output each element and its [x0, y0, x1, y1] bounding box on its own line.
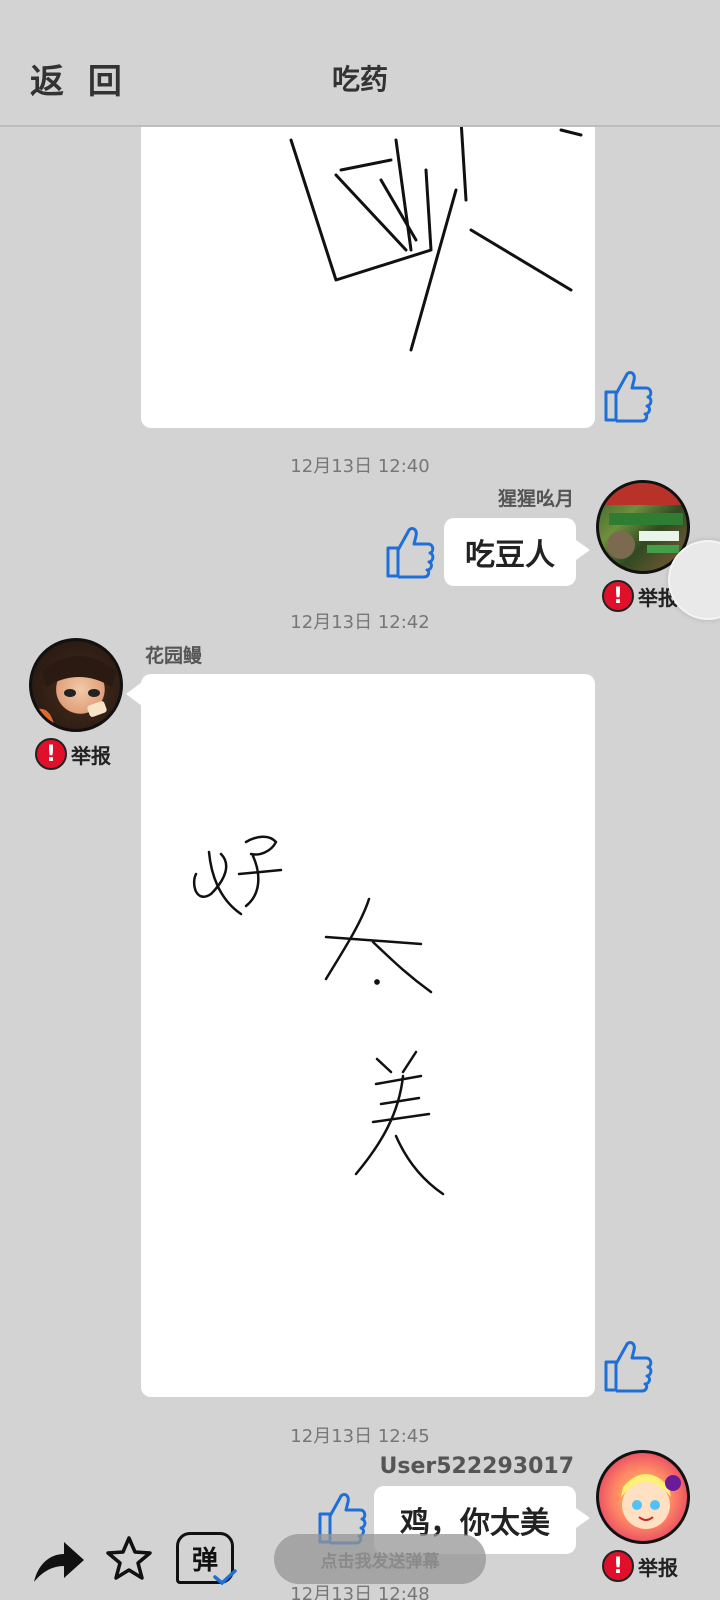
like-thumb-icon[interactable] — [600, 1336, 654, 1394]
timestamp: 12月13日 12:42 — [290, 612, 430, 633]
drawing-message-1[interactable] — [141, 100, 595, 428]
bubble-tail — [126, 682, 142, 706]
star-icon[interactable] — [104, 1534, 154, 1584]
danmu-input[interactable]: 点击我发送弹幕 — [274, 1534, 486, 1584]
page-title: 吃药 — [331, 63, 388, 96]
sender-name: User522293017 — [379, 1454, 575, 1479]
drawing-message-2[interactable] — [141, 674, 595, 1397]
share-icon[interactable] — [30, 1534, 86, 1586]
avatar[interactable] — [29, 638, 123, 732]
timestamp: 12月13日 12:45 — [290, 1426, 430, 1447]
top-bar: 返 回 吃药 — [0, 0, 720, 127]
alert-icon: ! — [35, 738, 67, 770]
sender-name: 猩猩吆月 — [497, 488, 574, 510]
bottom-action-bar: 弹 点击我发送弹幕 — [0, 1520, 720, 1600]
report-button[interactable]: ! 举报 — [35, 738, 111, 770]
like-thumb-icon[interactable] — [382, 522, 436, 580]
message-text: 吃豆人 — [465, 538, 555, 573]
danmu-icon[interactable]: 弹 — [176, 1532, 237, 1585]
avatar-image — [32, 656, 116, 729]
sender-name: 花园鳗 — [145, 645, 203, 667]
like-thumb-icon[interactable] — [600, 366, 654, 424]
bubble-tail — [576, 540, 590, 560]
message-bubble[interactable]: 吃豆人 — [444, 518, 590, 586]
check-icon — [213, 1569, 237, 1585]
handwriting-drawing — [192, 835, 445, 1196]
handwriting-drawing — [289, 118, 583, 352]
timestamp: 12月13日 12:40 — [290, 456, 430, 477]
